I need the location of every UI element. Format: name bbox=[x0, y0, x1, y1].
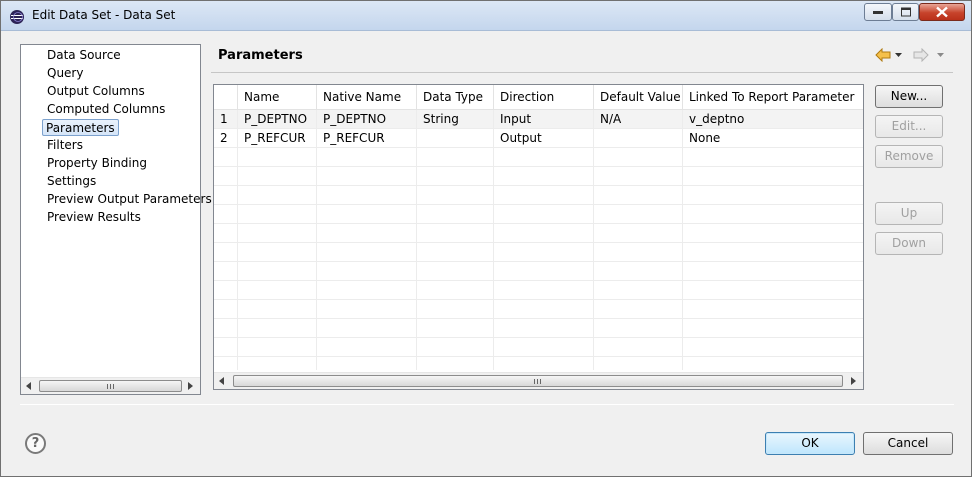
nav-item-property-binding[interactable]: Property Binding bbox=[46, 155, 148, 172]
footer-separator bbox=[20, 404, 954, 405]
minimize-button[interactable] bbox=[864, 3, 892, 21]
table-row[interactable]: 1 P_DEPTNO P_DEPTNO String Input N/A v_d… bbox=[214, 110, 863, 129]
close-button[interactable] bbox=[919, 3, 965, 21]
column-divider bbox=[493, 148, 494, 370]
column-header-linked-to-report-parameter[interactable]: Linked To Report Parameter bbox=[683, 85, 863, 110]
title-bar[interactable]: Edit Data Set - Data Set bbox=[1, 1, 971, 31]
minimize-icon bbox=[873, 11, 883, 14]
cell-default-value bbox=[594, 129, 683, 148]
cell-native-name: P_REFCUR bbox=[317, 129, 417, 148]
table-row[interactable]: 2 P_REFCUR P_REFCUR Output None bbox=[214, 129, 863, 148]
column-divider bbox=[237, 148, 238, 370]
nav-item-output-columns[interactable]: Output Columns bbox=[46, 83, 146, 100]
empty-row bbox=[214, 167, 863, 186]
ok-button[interactable]: OK bbox=[765, 432, 855, 455]
remove-button[interactable]: Remove bbox=[875, 145, 943, 168]
nav-item-settings[interactable]: Settings bbox=[46, 173, 97, 190]
cell-index: 2 bbox=[214, 129, 238, 148]
header-separator bbox=[211, 72, 953, 73]
empty-row bbox=[214, 186, 863, 205]
close-icon bbox=[936, 6, 948, 18]
empty-row bbox=[214, 243, 863, 262]
nav-item-parameters[interactable]: Parameters bbox=[42, 119, 119, 136]
help-icon[interactable]: ? bbox=[25, 433, 46, 454]
back-arrow-icon bbox=[875, 48, 891, 62]
scroll-left-button[interactable] bbox=[21, 378, 38, 394]
cell-native-name: P_DEPTNO bbox=[317, 110, 417, 129]
nav-item-preview-output-parameters[interactable]: Preview Output Parameters bbox=[46, 191, 213, 208]
empty-row bbox=[214, 148, 863, 167]
table-horizontal-scrollbar[interactable] bbox=[214, 372, 863, 389]
arrow-right-icon bbox=[851, 377, 856, 385]
scroll-right-button[interactable] bbox=[183, 378, 200, 394]
arrow-left-icon bbox=[219, 377, 224, 385]
column-header-native-name[interactable]: Native Name bbox=[317, 85, 417, 110]
forward-arrow-icon bbox=[913, 48, 929, 62]
edit-button[interactable]: Edit... bbox=[875, 115, 943, 138]
window-title: Edit Data Set - Data Set bbox=[32, 8, 176, 22]
table-header: Name Native Name Data Type Direction Def… bbox=[214, 85, 863, 110]
column-header-data-type[interactable]: Data Type bbox=[417, 85, 494, 110]
chevron-down-icon bbox=[937, 53, 944, 57]
scroll-thumb[interactable] bbox=[233, 375, 843, 387]
nav-item-computed-columns[interactable]: Computed Columns bbox=[46, 101, 166, 118]
scroll-thumb[interactable] bbox=[39, 380, 182, 392]
nav-item-preview-results[interactable]: Preview Results bbox=[46, 209, 142, 226]
cell-direction: Input bbox=[494, 110, 594, 129]
empty-grid bbox=[214, 148, 863, 370]
maximize-icon bbox=[900, 7, 911, 17]
page-title: Parameters bbox=[218, 48, 303, 63]
empty-row bbox=[214, 319, 863, 338]
column-header-direction[interactable]: Direction bbox=[494, 85, 594, 110]
nav-item-query[interactable]: Query bbox=[46, 65, 84, 82]
empty-row bbox=[214, 338, 863, 357]
up-button[interactable]: Up bbox=[875, 202, 943, 225]
arrow-left-icon bbox=[26, 382, 31, 390]
cell-data-type bbox=[417, 129, 494, 148]
column-divider bbox=[682, 148, 683, 370]
page-list: Data Source Query Output Columns Compute… bbox=[20, 44, 212, 395]
cell-name: P_REFCUR bbox=[238, 129, 317, 148]
new-button[interactable]: New... bbox=[875, 85, 943, 108]
column-header-index[interactable] bbox=[214, 85, 238, 110]
arrow-right-icon bbox=[188, 382, 193, 390]
empty-row bbox=[214, 205, 863, 224]
nav-item-data-source[interactable]: Data Source bbox=[46, 47, 122, 64]
cell-name: P_DEPTNO bbox=[238, 110, 317, 129]
forward-button[interactable] bbox=[913, 47, 945, 63]
back-button[interactable] bbox=[875, 47, 905, 63]
cell-linked-parameter: v_deptno bbox=[689, 112, 745, 126]
empty-row bbox=[214, 300, 863, 319]
table-body: 1 P_DEPTNO P_DEPTNO String Input N/A v_d… bbox=[214, 110, 863, 370]
cell-linked-parameter: None bbox=[689, 131, 721, 145]
cell-index: 1 bbox=[214, 110, 238, 129]
column-divider bbox=[416, 148, 417, 370]
column-header-name[interactable]: Name bbox=[238, 85, 317, 110]
dialog-window: Edit Data Set - Data Set Data Source Que… bbox=[0, 0, 972, 477]
empty-row bbox=[214, 281, 863, 300]
column-divider bbox=[593, 148, 594, 370]
scroll-right-button[interactable] bbox=[846, 373, 863, 389]
grip-icon bbox=[106, 384, 115, 389]
cell-direction: Output bbox=[494, 129, 594, 148]
cell-default-value: N/A bbox=[594, 110, 683, 129]
nav-horizontal-scrollbar[interactable] bbox=[21, 377, 200, 394]
eclipse-app-icon bbox=[10, 10, 24, 24]
down-button[interactable]: Down bbox=[875, 232, 943, 255]
empty-row bbox=[214, 262, 863, 281]
empty-row bbox=[214, 224, 863, 243]
column-header-default-value[interactable]: Default Value bbox=[594, 85, 683, 110]
cell-data-type: String bbox=[417, 110, 494, 129]
parameters-table: Name Native Name Data Type Direction Def… bbox=[213, 84, 864, 390]
maximize-button[interactable] bbox=[892, 3, 919, 21]
scroll-left-button[interactable] bbox=[214, 373, 231, 389]
nav-item-filters[interactable]: Filters bbox=[46, 137, 84, 154]
grip-icon bbox=[534, 379, 542, 384]
column-divider bbox=[316, 148, 317, 370]
chevron-down-icon bbox=[895, 53, 902, 57]
cancel-button[interactable]: Cancel bbox=[863, 432, 953, 455]
